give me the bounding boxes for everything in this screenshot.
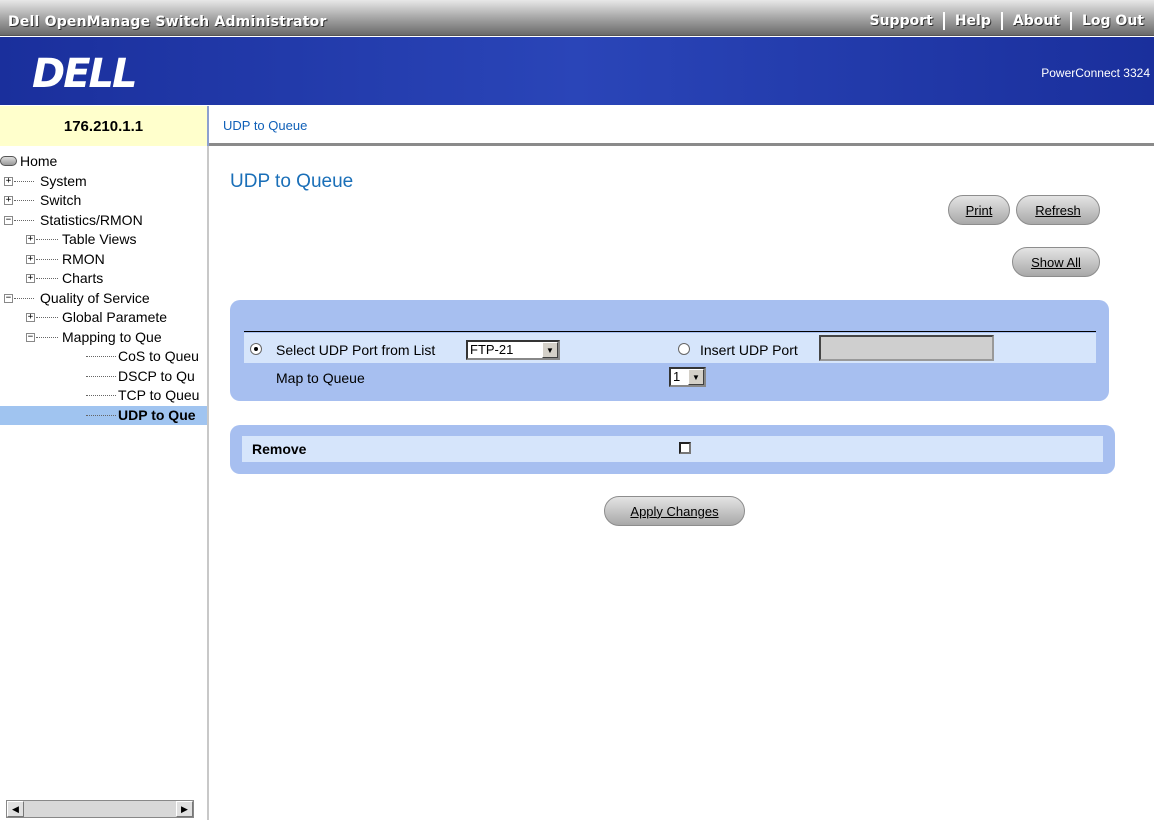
page-title: UDP to Queue: [230, 171, 354, 192]
tree-item-global-parameters[interactable]: + Global Paramete: [0, 308, 207, 328]
remove-checkbox[interactable]: [679, 442, 691, 454]
scroll-left-icon[interactable]: ◀: [7, 801, 24, 817]
tree-item-cos-to-queue[interactable]: CoS to Queu: [0, 347, 207, 367]
banner: DELL PowerConnect 3324: [0, 37, 1154, 105]
print-button[interactable]: Print: [948, 195, 1010, 225]
tree-item-udp-to-queue[interactable]: UDP to Que: [0, 405, 207, 425]
tree-connector: [36, 239, 58, 240]
device-ip-text: 176.210.1.1: [63, 117, 144, 135]
tree-item-switch[interactable]: + Switch: [0, 191, 207, 211]
select-from-list-label: Select UDP Port from List: [276, 342, 436, 358]
tree-connector: [86, 395, 116, 396]
remove-panel: Remove: [230, 425, 1115, 474]
tree-connector: [36, 258, 58, 260]
help-link[interactable]: Help: [942, 12, 1001, 30]
settings-panel: Select UDP Port from List FTP-21 ▼ Inser…: [230, 300, 1109, 401]
insert-udp-port-radio[interactable]: [678, 343, 690, 355]
tree-label: UDP to Que: [118, 406, 196, 423]
top-bar: Dell OpenManage Switch Administrator Sup…: [0, 0, 1154, 36]
dell-logo: DELL: [32, 51, 138, 97]
product-name: PowerConnect 3324: [1041, 66, 1150, 80]
tree-item-charts[interactable]: + Charts: [0, 269, 207, 289]
log-out-link[interactable]: Log Out: [1070, 12, 1154, 30]
breadcrumb-text: UDP to Queue: [223, 118, 308, 133]
map-to-queue-label: Map to Queue: [276, 370, 365, 386]
tree-label: Switch: [40, 192, 82, 208]
show-all-button[interactable]: Show All: [1012, 247, 1100, 277]
tree-label: RMON: [62, 250, 105, 267]
remove-label: Remove: [252, 441, 307, 457]
navigation-tree: Home + System + Switch − Statistics/RMON…: [0, 146, 209, 820]
breadcrumb: UDP to Queue: [209, 106, 1154, 146]
tree-label: Quality of Service: [40, 289, 150, 306]
tree-connector: [36, 336, 58, 338]
support-link[interactable]: Support: [860, 12, 943, 30]
tree-connector: [14, 297, 34, 299]
expand-icon[interactable]: +: [4, 196, 13, 205]
about-link[interactable]: About: [1000, 12, 1070, 30]
collapse-icon[interactable]: −: [4, 293, 13, 303]
expand-icon[interactable]: +: [26, 274, 35, 283]
top-links: Support Help About Log Out: [860, 12, 1154, 30]
tree-item-home[interactable]: Home: [0, 152, 207, 172]
tree-label: Global Paramete: [62, 309, 168, 325]
tree-label: System: [40, 172, 87, 189]
tree-item-tcp-to-queue[interactable]: TCP to Queu: [0, 386, 207, 406]
tree-connector: [14, 180, 34, 182]
insert-udp-port-label: Insert UDP Port: [700, 342, 798, 358]
tree-item-dscp-to-queue[interactable]: DSCP to Qu: [0, 367, 207, 387]
collapse-icon[interactable]: −: [4, 215, 13, 225]
expand-icon[interactable]: +: [26, 313, 35, 322]
queue-value: 1: [673, 369, 681, 384]
tree-item-table-views[interactable]: + Table Views: [0, 230, 207, 250]
tree-connector: [36, 317, 58, 318]
tree-item-system[interactable]: + System: [0, 172, 207, 192]
tree-connector: [86, 356, 116, 357]
sidebar-scrollbar[interactable]: ◀ ▶: [6, 800, 194, 818]
udp-port-value: FTP-21: [470, 342, 514, 357]
select-from-list-radio[interactable]: [250, 343, 262, 355]
tree-label: Statistics/RMON: [40, 211, 143, 228]
apply-changes-button[interactable]: Apply Changes: [604, 496, 745, 526]
refresh-button[interactable]: Refresh: [1016, 195, 1100, 225]
divider: [244, 331, 1096, 332]
tree-connector: [86, 414, 116, 416]
home-icon: [0, 156, 17, 166]
chevron-down-icon[interactable]: ▼: [688, 369, 704, 385]
tree-connector: [14, 200, 34, 201]
expand-icon[interactable]: +: [26, 254, 35, 264]
expand-icon[interactable]: +: [4, 176, 13, 186]
tree-item-statistics-rmon[interactable]: − Statistics/RMON: [0, 211, 207, 231]
expand-icon[interactable]: +: [26, 235, 35, 244]
queue-select[interactable]: 1 ▼: [669, 367, 706, 387]
tree-label: Mapping to Que: [62, 328, 162, 345]
main-content: UDP to Queue Print Refresh Show All Sele…: [211, 149, 1154, 820]
app-title: Dell OpenManage Switch Administrator: [8, 14, 327, 30]
tree-label: DSCP to Qu: [118, 367, 195, 384]
tree-connector: [86, 375, 116, 377]
tree-item-mapping-to-queue[interactable]: − Mapping to Que: [0, 328, 207, 348]
tree-label: Table Views: [62, 231, 137, 247]
device-ip: 176.210.1.1: [0, 106, 209, 146]
tree-connector: [36, 278, 58, 279]
remove-row: [242, 436, 1103, 462]
collapse-icon[interactable]: −: [26, 332, 35, 342]
tree-label: TCP to Queu: [118, 387, 200, 403]
insert-udp-port-field[interactable]: [819, 335, 994, 361]
tree-item-rmon[interactable]: + RMON: [0, 250, 207, 270]
scroll-right-icon[interactable]: ▶: [176, 801, 193, 817]
tree-label: Charts: [62, 270, 104, 286]
tree-item-quality-of-service[interactable]: − Quality of Service: [0, 289, 207, 309]
udp-port-select[interactable]: FTP-21 ▼: [466, 340, 560, 360]
chevron-down-icon[interactable]: ▼: [542, 342, 558, 358]
tree-label: CoS to Queu: [118, 348, 199, 364]
tree-connector: [14, 219, 34, 221]
tree-label: Home: [20, 153, 58, 169]
